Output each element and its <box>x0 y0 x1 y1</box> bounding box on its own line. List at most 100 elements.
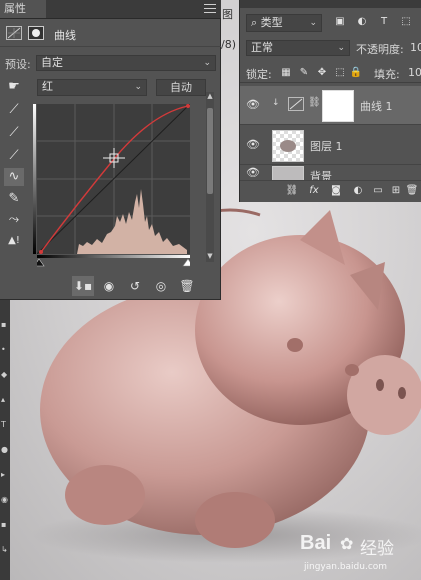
curves-graph-svg <box>36 103 191 255</box>
panel-menu-icon[interactable] <box>204 4 216 14</box>
fill-label: 填充: <box>374 68 400 81</box>
visibility-icon[interactable]: ◎ <box>150 276 172 296</box>
trash-icon[interactable]: 🗑 <box>404 183 420 199</box>
watermark: Bai ✿ 经验 jingyan.baidu.com <box>300 530 421 580</box>
output-gradient-bar <box>33 104 36 254</box>
white-point-slider <box>182 258 194 267</box>
lock-position-icon[interactable]: ✥ <box>314 65 330 81</box>
blend-mode-select[interactable]: 正常 ⌄ <box>246 40 350 56</box>
tool-icon[interactable]: ↳ <box>1 545 8 554</box>
properties-scrollbar[interactable]: ▲ ▼ <box>206 92 214 262</box>
pencil-icon[interactable]: ✎ <box>4 190 24 208</box>
scroll-down-icon[interactable]: ▼ <box>206 252 214 262</box>
filter-adjustment-icon[interactable]: ◐ <box>354 14 370 30</box>
tool-icon[interactable]: ◆ <box>1 370 8 379</box>
tool-icon[interactable]: ▴ <box>1 395 8 404</box>
opacity-value[interactable]: 100 <box>410 41 421 54</box>
channel-select[interactable]: 红 ⌄ <box>37 79 147 96</box>
lock-pixels-icon[interactable]: ✎ <box>296 65 312 81</box>
layers-tabbar <box>240 0 421 8</box>
adjustment-icon[interactable]: ◐ <box>350 183 366 199</box>
folder-icon[interactable]: ▭ <box>370 183 386 199</box>
tool-icon[interactable]: ▪ <box>1 320 8 329</box>
chevron-down-icon: ⌄ <box>309 18 317 28</box>
blend-mode-value: 正常 <box>251 41 273 54</box>
lock-label: 锁定: <box>246 68 272 81</box>
layer-row-layer1[interactable]: 👁 图层 1 <box>240 126 421 165</box>
black-point-slider <box>33 258 45 267</box>
clip-to-layer-icon[interactable]: ⬇▪ <box>72 276 94 296</box>
trash-icon[interactable]: 🗑 <box>176 276 198 296</box>
reset-icon[interactable]: ↺ <box>124 276 146 296</box>
adjustment-header: 曲线 <box>0 22 221 47</box>
layer-filter-row: ⌕ 类型 ⌄ ▣ ◐ T ⬚ <box>240 12 421 34</box>
link-icon[interactable]: ⛓ <box>308 97 321 108</box>
layer-thumbnail <box>272 166 304 180</box>
curve-point-icon[interactable]: ∿ <box>4 168 24 186</box>
layers-panel: ⌕ 类型 ⌄ ▣ ◐ T ⬚ 正常 ⌄ 不透明度: 100 锁定: ▦ ✎ ✥ … <box>239 0 421 202</box>
new-layer-icon[interactable]: ⊞ <box>388 183 404 199</box>
gray-eyedropper-icon[interactable]: ⟋ <box>4 124 24 142</box>
tool-icon[interactable]: • <box>1 345 8 354</box>
layer-row-curves[interactable]: 👁 ↓ ⛓ 曲线 1 <box>240 86 421 125</box>
smooth-icon[interactable]: ⤳ <box>4 211 24 229</box>
lock-transparent-icon[interactable]: ▦ <box>278 65 294 81</box>
clipping-warning-icon[interactable]: ▲! <box>4 232 24 250</box>
watermark-url: jingyan.baidu.com <box>304 562 388 572</box>
lock-artboard-icon[interactable]: ⬚ <box>332 65 348 81</box>
scroll-up-icon[interactable]: ▲ <box>206 92 214 102</box>
layer-mask-thumbnail[interactable] <box>322 90 354 122</box>
preset-value: 自定 <box>41 56 63 69</box>
filter-type-icon[interactable]: T <box>376 14 392 30</box>
tool-icon[interactable]: ● <box>1 445 8 454</box>
layer-name: 曲线 1 <box>360 100 393 113</box>
view-previous-icon[interactable]: ◉ <box>98 276 120 296</box>
chevron-down-icon: ⌄ <box>134 82 142 92</box>
curves-graph[interactable] <box>36 103 191 255</box>
fill-value[interactable]: 100 <box>408 66 421 79</box>
tool-icon[interactable]: ◉ <box>1 495 8 504</box>
layer-name: 图层 1 <box>310 140 343 153</box>
curves-adjustment-icon <box>288 97 304 111</box>
target-adjust-icon[interactable]: ☛ <box>4 78 24 96</box>
chevron-down-icon: ⌄ <box>203 58 211 68</box>
fx-icon[interactable]: fx <box>306 183 322 199</box>
properties-panel: 属性 曲线 预设: 自定 ⌄ 红 ⌄ 自动 ☛ ⟋ ⟋ ⟋ ∿ ✎ ⤳ ▲! ▲… <box>0 0 221 300</box>
curves-adjustment-icon <box>6 26 22 40</box>
adjustment-title: 曲线 <box>54 29 76 42</box>
filter-pixel-icon[interactable]: ▣ <box>332 14 348 30</box>
lock-row: 锁定: ▦ ✎ ✥ ⬚ 🔒 填充: 100 <box>240 64 421 83</box>
eye-icon[interactable]: 👁 <box>246 138 260 152</box>
scroll-thumb[interactable] <box>207 108 213 194</box>
background-tab-fragment[interactable]: 图 <box>222 6 233 22</box>
tab-properties[interactable]: 属性 <box>0 0 46 18</box>
layer-name: 背景 <box>310 170 332 180</box>
watermark-brand: Bai <box>300 532 332 554</box>
layer-mask-icon[interactable] <box>28 26 44 40</box>
preset-label: 预设: <box>5 58 31 71</box>
chevron-down-icon: ⌄ <box>337 43 345 53</box>
filter-kind-value: 类型 <box>260 16 283 29</box>
layer-row-background[interactable]: 👁 背景 <box>240 166 421 180</box>
tool-icon[interactable]: ▸ <box>1 470 8 479</box>
lock-all-icon[interactable]: 🔒 <box>348 65 364 81</box>
filter-shape-icon[interactable]: ⬚ <box>398 14 414 30</box>
watermark-brand-right: 经验 <box>360 539 394 559</box>
auto-button[interactable]: 自动 <box>156 79 206 96</box>
layers-footer: ⛓ fx ◙ ◐ ▭ ⊞ 🗑 <box>240 180 421 201</box>
eye-icon[interactable]: 👁 <box>246 166 260 180</box>
preset-select[interactable]: 自定 ⌄ <box>36 55 216 71</box>
link-icon[interactable]: ⛓ <box>284 183 300 199</box>
toolbar-strip: ▪ • ◆ ▴ T ● ▸ ◉ ▪ ↳ <box>0 300 10 580</box>
opacity-label: 不透明度: <box>356 43 404 56</box>
white-eyedropper-icon[interactable]: ⟋ <box>4 147 24 165</box>
tool-icon[interactable]: ▪ <box>1 520 8 529</box>
filter-kind-select[interactable]: ⌕ 类型 ⌄ <box>246 14 322 32</box>
channel-value: 红 <box>42 80 53 93</box>
mask-icon[interactable]: ◙ <box>328 183 344 199</box>
curve-endpoint <box>186 104 190 108</box>
curve-endpoint <box>39 250 43 254</box>
tool-icon[interactable]: T <box>1 420 8 429</box>
eye-icon[interactable]: 👁 <box>246 98 260 112</box>
black-eyedropper-icon[interactable]: ⟋ <box>4 101 24 119</box>
